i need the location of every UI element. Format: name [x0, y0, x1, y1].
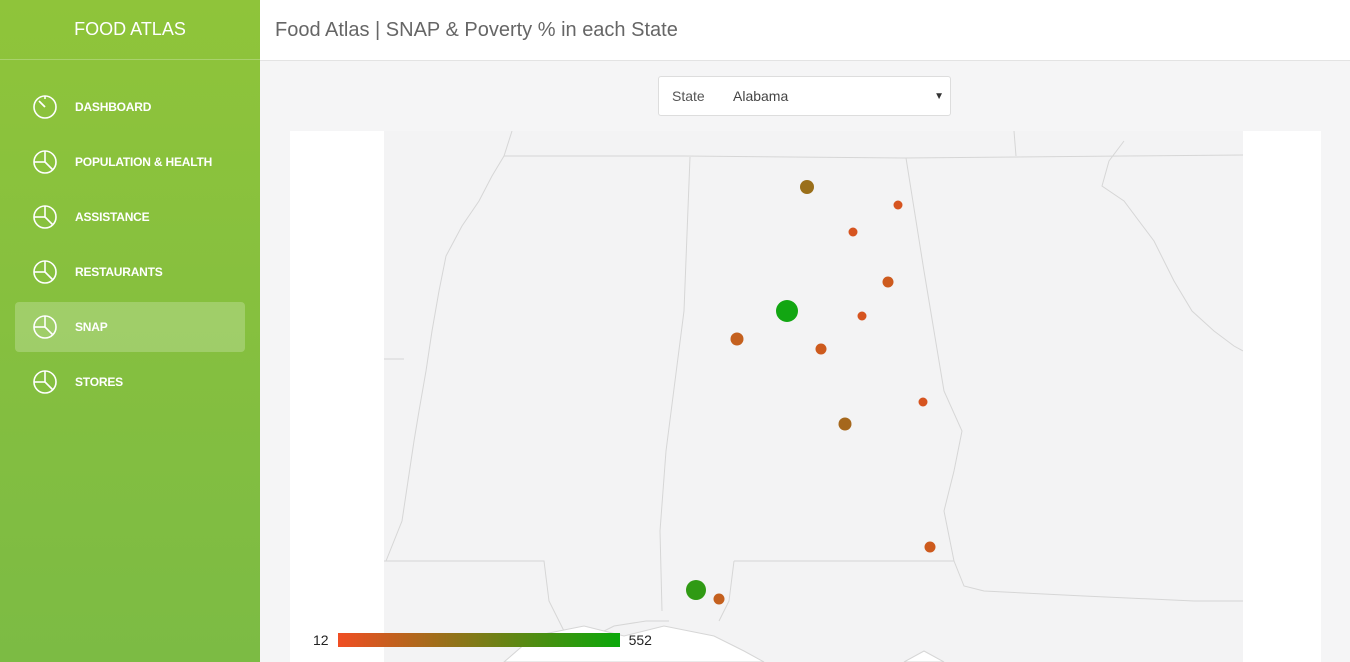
sidebar-item-label: SNAP [75, 320, 108, 334]
sidebar-item-population-health[interactable]: POPULATION & HEALTH [15, 137, 245, 187]
sidebar-item-label: ASSISTANCE [75, 210, 150, 224]
pie-chart-icon [32, 369, 58, 395]
pie-chart-icon [32, 149, 58, 175]
pie-chart-icon [32, 204, 58, 230]
county-marker[interactable] [713, 593, 725, 605]
sidebar-item-label: STORES [75, 375, 123, 389]
sidebar-item-label: POPULATION & HEALTH [75, 155, 213, 169]
sidebar-item-snap[interactable]: SNAP [15, 302, 245, 352]
color-legend: 12 552 [313, 631, 652, 649]
sidebar-item-assistance[interactable]: ASSISTANCE [15, 192, 245, 242]
sidebar-nav: DASHBOARD POPULATION & HEALTH ASSISTANCE… [0, 60, 260, 407]
county-marker[interactable] [815, 343, 827, 355]
legend-max: 552 [628, 632, 652, 648]
sidebar-item-label: RESTAURANTS [75, 265, 163, 279]
county-marker[interactable] [857, 311, 867, 321]
state-select-label: State [672, 88, 705, 104]
page-header: Food Atlas | SNAP & Poverty % in each St… [260, 0, 1350, 61]
sidebar-item-label: DASHBOARD [75, 100, 152, 114]
pie-chart-icon [32, 314, 58, 340]
state-select-value[interactable]: Alabama [733, 88, 934, 104]
county-marker[interactable] [924, 541, 936, 553]
brand-title[interactable]: FOOD ATLAS [0, 0, 260, 60]
sidebar-item-stores[interactable]: STORES [15, 357, 245, 407]
county-marker[interactable] [776, 300, 798, 322]
county-marker[interactable] [882, 276, 894, 288]
county-marker[interactable] [838, 417, 852, 431]
pie-chart-icon [32, 259, 58, 285]
legend-gradient [337, 633, 620, 647]
map-background [384, 131, 1243, 662]
county-marker[interactable] [893, 200, 903, 210]
sidebar-item-dashboard[interactable]: DASHBOARD [15, 82, 245, 132]
state-map[interactable] [384, 131, 1243, 662]
gauge-icon [32, 94, 58, 120]
map-panel[interactable] [290, 131, 1321, 662]
legend-min: 12 [313, 632, 329, 648]
county-marker[interactable] [848, 227, 858, 237]
sidebar-item-restaurants[interactable]: RESTAURANTS [15, 247, 245, 297]
county-marker[interactable] [730, 332, 744, 346]
chevron-down-icon[interactable]: ▼ [934, 91, 950, 102]
county-marker[interactable] [800, 180, 814, 194]
state-select[interactable]: State Alabama ▼ [658, 76, 951, 116]
sidebar: FOOD ATLAS DASHBOARD POPULATION & HEALTH… [0, 0, 260, 662]
county-marker[interactable] [918, 397, 928, 407]
page-title: Food Atlas | SNAP & Poverty % in each St… [275, 18, 678, 41]
county-marker[interactable] [686, 580, 706, 600]
